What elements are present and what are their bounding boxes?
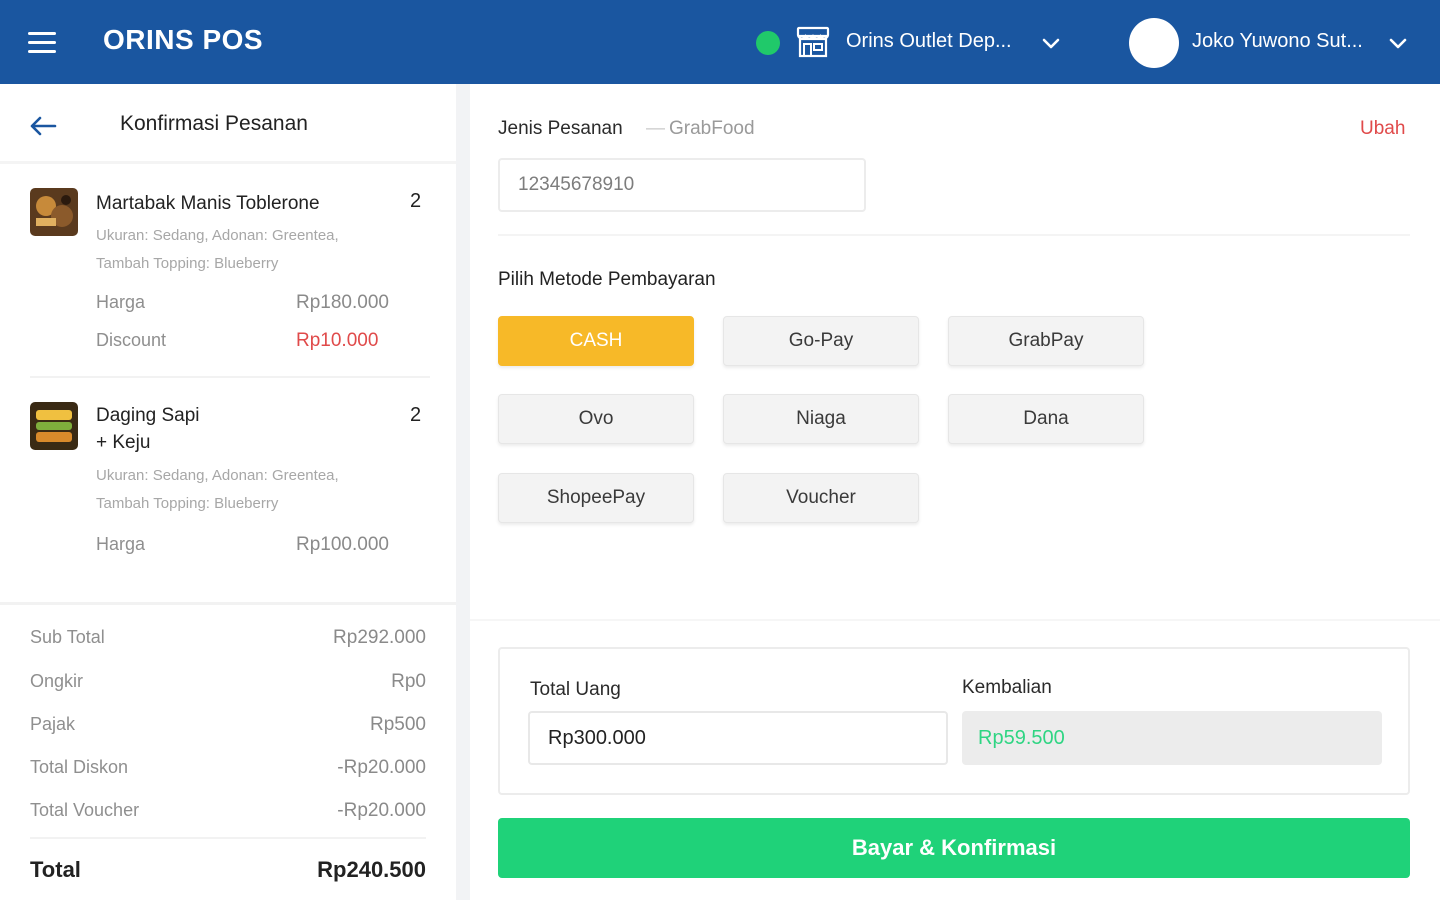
tax-row: Pajak Rp500 [30, 714, 426, 735]
brand-logo: ORINS POS [103, 24, 264, 55]
discount-value: Rp10.000 [296, 330, 379, 351]
payment-method-title: Pilih Metode Pembayaran [498, 269, 716, 290]
subtotal-label: Sub Total [30, 627, 105, 647]
payment-niaga-button[interactable]: Niaga [723, 394, 919, 444]
back-arrow-icon[interactable] [28, 114, 58, 138]
shipping-value: Rp0 [391, 671, 426, 692]
discount-label: Discount [96, 330, 167, 350]
chevron-down-icon[interactable] [1040, 32, 1062, 54]
panel-header: Konfirmasi Pesanan [0, 84, 456, 164]
change-label: Kembalian [962, 677, 1052, 698]
item-options: Ukuran: Sedang, Adonan: Greentea, [96, 467, 339, 484]
grand-total-row: Total Rp240.500 [30, 857, 426, 883]
divider [30, 837, 426, 839]
item-name: Daging Sapi [96, 405, 200, 426]
voucher-total-label: Total Voucher [30, 800, 140, 820]
panel-separator [456, 84, 470, 900]
cash-received-input[interactable]: Rp300.000 [528, 711, 948, 765]
item-options: Ukuran: Sedang, Adonan: Greentea, [96, 227, 339, 244]
item-options: Tambah Topping: Blueberry [96, 495, 279, 512]
product-thumbnail [30, 402, 78, 450]
user-menu[interactable]: Joko Yuwono Sut... [1192, 30, 1363, 53]
payment-voucher-button[interactable]: Voucher [723, 473, 919, 523]
item-name: + Keju [96, 432, 151, 453]
order-id-field[interactable]: 12345678910 [498, 158, 866, 212]
subtotal-value: Rp292.000 [333, 627, 426, 648]
cash-input-card: Total Uang Rp300.000 Kembalian Rp59.500 [498, 647, 1410, 795]
shipping-label: Ongkir [30, 671, 84, 691]
item-quantity: 2 [410, 190, 422, 212]
change-value: Rp59.500 [962, 711, 1382, 765]
discount-total-row: Total Diskon -Rp20.000 [30, 757, 426, 778]
payment-shopeepay-button[interactable]: ShopeePay [498, 473, 694, 523]
order-type-label: Jenis Pesanan [498, 118, 623, 139]
change-order-type-link[interactable]: Ubah [1360, 118, 1405, 140]
price-value: Rp100.000 [296, 534, 389, 555]
payment-dana-button[interactable]: Dana [948, 394, 1144, 444]
outlet-selector[interactable]: Orins Outlet Dep... [846, 30, 1012, 53]
price-label: Harga [96, 534, 146, 554]
discount-total-label: Total Diskon [30, 757, 129, 777]
item-options: Tambah Topping: Blueberry [96, 255, 279, 272]
divider [30, 376, 430, 378]
voucher-total-value: -Rp20.000 [337, 800, 426, 821]
avatar[interactable] [1129, 18, 1179, 68]
tax-value: Rp500 [370, 714, 426, 735]
payment-panel: Jenis Pesanan — GrabFood Ubah 1234567891… [470, 84, 1440, 900]
voucher-total-row: Total Voucher -Rp20.000 [30, 800, 426, 821]
page-title: Konfirmasi Pesanan [120, 112, 308, 135]
subtotal-row: Sub Total Rp292.000 [30, 627, 426, 648]
order-type-separator: — [646, 118, 665, 139]
payment-ovo-button[interactable]: Ovo [498, 394, 694, 444]
menu-icon[interactable] [28, 32, 56, 54]
grand-total-label: Total [30, 857, 81, 882]
shipping-row: Ongkir Rp0 [30, 671, 426, 692]
chevron-down-icon[interactable] [1387, 32, 1409, 54]
payment-gopay-button[interactable]: Go-Pay [723, 316, 919, 366]
divider [498, 234, 1410, 236]
grand-total-value: Rp240.500 [317, 857, 426, 882]
payment-grabpay-button[interactable]: GrabPay [948, 316, 1144, 366]
price-label: Harga [96, 292, 146, 312]
online-status-indicator [756, 31, 780, 55]
discount-total-value: -Rp20.000 [337, 757, 426, 778]
top-bar: ORINS POS Orins Outlet Dep... Joko Yuwon… [0, 0, 1440, 84]
order-totals: Sub Total Rp292.000 Ongkir Rp0 Pajak Rp5… [0, 602, 456, 900]
cash-received-label: Total Uang [530, 679, 621, 700]
item-quantity: 2 [410, 404, 422, 426]
product-thumbnail [30, 188, 78, 236]
payment-cash-button[interactable]: CASH [498, 316, 694, 366]
tax-label: Pajak [30, 714, 76, 734]
order-type-value: GrabFood [669, 118, 755, 139]
store-icon [796, 26, 830, 58]
item-name: Martabak Manis Toblerone [96, 193, 320, 214]
price-value: Rp180.000 [296, 292, 389, 313]
order-summary-panel: Konfirmasi Pesanan Martabak Manis Tobler… [0, 84, 456, 900]
pay-confirm-button[interactable]: Bayar & Konfirmasi [498, 818, 1410, 878]
